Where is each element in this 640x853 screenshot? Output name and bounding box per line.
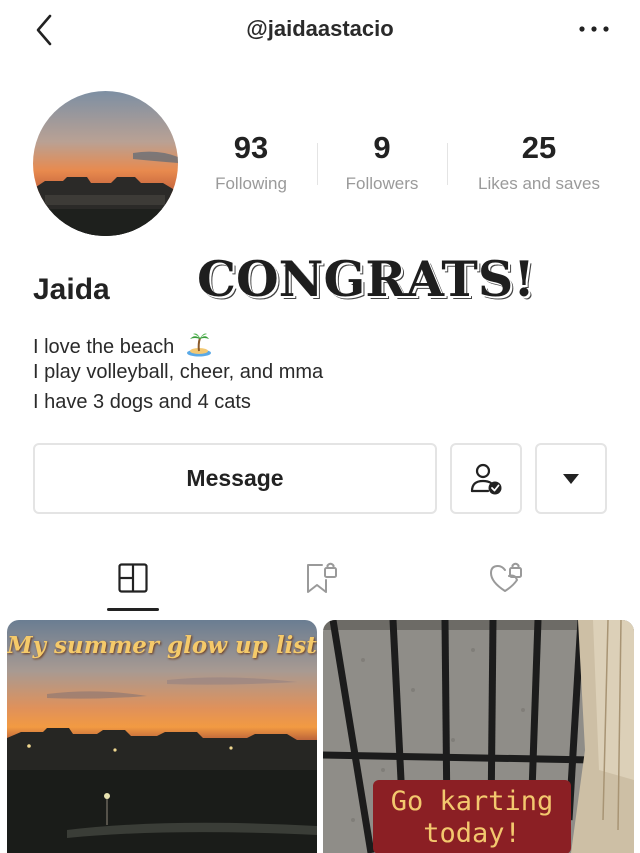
tab-saved[interactable] — [292, 555, 348, 601]
message-button[interactable]: Message — [33, 443, 437, 514]
stat-likes-and-saves[interactable]: 25 Likes and saves — [462, 130, 616, 194]
more-options-button[interactable] — [574, 16, 614, 42]
likes-count: 25 — [521, 130, 557, 165]
post-caption-line: Go karting — [390, 786, 554, 817]
likes-label: Likes and saves — [478, 174, 600, 193]
active-tab-indicator — [107, 608, 159, 611]
bio-line-text: I love the beach — [33, 336, 175, 358]
followers-count: 9 — [373, 130, 391, 165]
tab-posts[interactable] — [105, 555, 161, 601]
post-caption-line: today! — [423, 818, 521, 849]
heart-lock-icon — [490, 562, 522, 592]
stat-divider — [447, 143, 448, 185]
grid-icon — [118, 563, 148, 593]
profile-handle: @jaidaastacio — [246, 16, 394, 41]
bio-line: I play volleyball, cheer, and mma — [33, 361, 324, 383]
stat-divider — [317, 143, 318, 185]
stat-following[interactable]: 93 Following — [198, 130, 304, 194]
caret-down-icon — [563, 473, 579, 484]
post-thumbnail[interactable]: My summer glow up list — [7, 620, 317, 853]
stat-followers[interactable]: 9 Followers — [330, 130, 434, 194]
more-horizontal-icon — [579, 26, 609, 32]
following-status-button[interactable] — [450, 443, 522, 514]
post-caption: My summer glow up list — [7, 632, 317, 659]
following-label: Following — [215, 174, 287, 193]
followers-label: Followers — [345, 174, 419, 193]
post-thumbnail[interactable]: Go karting today! — [323, 620, 634, 853]
back-button[interactable] — [30, 12, 62, 48]
desert-island-icon — [186, 331, 212, 363]
user-check-icon — [470, 463, 502, 494]
congrats-overlay-text: CONGRATS! — [197, 250, 535, 308]
bookmark-lock-icon — [307, 562, 337, 593]
bio-line: I have 3 dogs and 4 cats — [33, 391, 251, 413]
top-bar: @jaidaastacio — [0, 0, 640, 60]
tab-liked[interactable] — [478, 555, 534, 601]
bio-line: I love the beach — [33, 331, 212, 363]
chevron-left-icon — [36, 14, 52, 46]
avatar[interactable] — [33, 91, 178, 236]
post-caption: Go karting today! — [373, 780, 571, 853]
more-actions-dropdown-button[interactable] — [535, 443, 607, 514]
following-count: 93 — [233, 130, 269, 165]
profile-name: Jaida — [33, 273, 110, 306]
